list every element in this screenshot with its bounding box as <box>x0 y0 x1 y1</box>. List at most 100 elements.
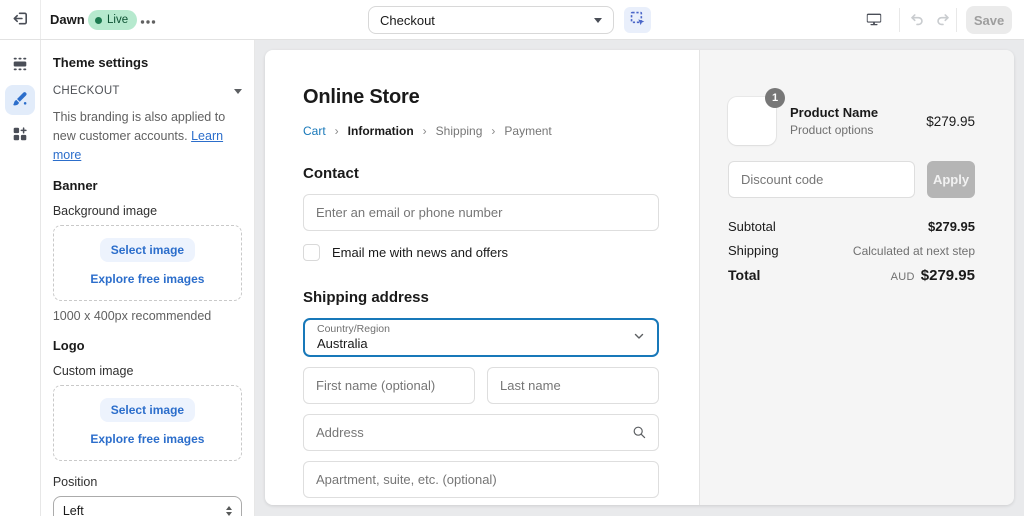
breadcrumb-shipping: Shipping <box>435 124 483 138</box>
redo-button[interactable] <box>931 8 955 32</box>
contact-heading: Contact <box>303 165 359 182</box>
topbar-divider <box>956 8 957 32</box>
shipping-row: Shipping Calculated at next step <box>728 243 975 258</box>
discount-code-field[interactable] <box>728 161 915 198</box>
product-name: Product Name <box>790 105 879 120</box>
save-button[interactable]: Save <box>966 6 1012 34</box>
banner-size-hint: 1000 x 400px recommended <box>52 309 212 324</box>
search-icon <box>631 424 647 443</box>
newsletter-label: Email me with news and offers <box>332 245 509 260</box>
banner-heading: Banner <box>52 178 98 194</box>
breadcrumb-separator-icon: › <box>334 124 339 138</box>
total-label: Total <box>728 267 761 283</box>
preview-canvas: Online Store Cart › Information › Shippi… <box>255 40 1024 516</box>
redo-icon <box>934 10 952 31</box>
background-image-label: Background image <box>52 204 158 219</box>
checkout-section-header[interactable]: CHECKOUT <box>53 85 242 97</box>
sections-icon <box>11 55 29 76</box>
shipping-address-heading: Shipping address <box>303 289 429 306</box>
editor-icon-rail <box>0 40 41 516</box>
first-name-field[interactable] <box>303 367 475 404</box>
theme-name: Dawn <box>50 12 85 27</box>
breadcrumb-separator-icon: › <box>422 124 427 138</box>
chevron-down-icon <box>234 88 242 94</box>
email-field[interactable] <box>303 194 659 231</box>
chevron-down-icon <box>633 330 645 345</box>
logo-explore-free-images-link[interactable]: Explore free images <box>90 432 204 446</box>
product-options: Product options <box>790 123 874 137</box>
store-name: Online Store <box>303 86 420 108</box>
apartment-field[interactable] <box>303 461 659 498</box>
custom-image-label: Custom image <box>52 364 134 379</box>
newsletter-option: Email me with news and offers <box>303 244 659 261</box>
country-region-text: Country/Region Australia <box>317 323 390 353</box>
last-name-field[interactable] <box>487 367 659 404</box>
theme-settings-panel: Theme settings CHECKOUT This branding is… <box>40 40 255 516</box>
cart-line-item: 1 Product Name Product options $279.95 <box>728 88 975 145</box>
checkout-section-label: CHECKOUT <box>52 85 120 97</box>
branding-description: This branding is also applied to new cus… <box>53 108 242 164</box>
section-inspector-toggle[interactable] <box>624 7 651 33</box>
page-selector-value: Checkout <box>380 12 435 28</box>
more-actions-button[interactable] <box>134 9 162 31</box>
breadcrumb: Cart › Information › Shipping › Payment <box>303 124 659 138</box>
breadcrumb-payment: Payment <box>504 124 552 138</box>
app-embeds-tab-button[interactable] <box>5 120 35 150</box>
main-area: Theme settings CHECKOUT This branding is… <box>0 40 1024 516</box>
country-region-label: Country/Region <box>317 322 390 335</box>
desktop-monitor-icon <box>865 10 883 31</box>
subtotal-row: Subtotal $279.95 <box>728 219 975 234</box>
apply-discount-button[interactable]: Apply <box>927 161 975 198</box>
position-select[interactable]: Left <box>52 496 242 516</box>
position-select-value: Left <box>62 503 84 516</box>
live-dot-icon <box>95 16 102 24</box>
address-field[interactable] <box>303 414 659 451</box>
live-status-badge: Live <box>88 10 138 30</box>
breadcrumb-cart-link[interactable]: Cart <box>303 124 326 138</box>
exit-icon <box>11 9 30 31</box>
quantity-badge: 1 <box>765 88 785 108</box>
total-value: $279.95 <box>920 267 975 284</box>
subtotal-value: $279.95 <box>928 219 975 234</box>
banner-select-image-button[interactable]: Select image <box>99 238 196 263</box>
panel-title: Theme settings <box>52 55 149 70</box>
sections-tab-button[interactable] <box>5 50 35 80</box>
logo-heading: Logo <box>52 338 85 354</box>
logo-select-image-button[interactable]: Select image <box>99 398 196 423</box>
paint-brush-icon <box>11 90 29 111</box>
theme-settings-tab-button[interactable] <box>4 85 35 115</box>
topbar-divider <box>899 8 900 32</box>
subtotal-label: Subtotal <box>728 219 776 234</box>
total-amount: AUD $279.95 <box>891 267 975 284</box>
page-selector-dropdown[interactable]: Checkout <box>368 6 614 34</box>
total-row: Total AUD $279.95 <box>728 267 975 284</box>
device-preview-button[interactable] <box>858 8 890 32</box>
app-embeds-icon <box>11 125 29 146</box>
country-region-value: Australia <box>317 335 368 351</box>
checkout-preview: Online Store Cart › Information › Shippi… <box>265 50 1014 505</box>
exit-editor-button[interactable] <box>0 0 41 39</box>
order-summary-section: 1 Product Name Product options $279.95 A… <box>699 50 1014 505</box>
product-info: Product Name Product options <box>790 105 878 137</box>
undo-button[interactable] <box>905 8 929 32</box>
shipping-label: Shipping <box>728 243 779 258</box>
background-image-upload-box: Select image Explore free images <box>52 225 242 302</box>
newsletter-checkbox[interactable] <box>303 244 320 261</box>
shipping-value: Calculated at next step <box>852 244 975 258</box>
chevron-down-icon <box>594 17 602 23</box>
country-region-select[interactable]: Country/Region Australia <box>303 318 659 357</box>
banner-explore-free-images-link[interactable]: Explore free images <box>90 272 204 286</box>
live-badge-label: Live <box>107 14 129 26</box>
undo-icon <box>908 10 926 31</box>
product-thumbnail: 1 <box>728 88 785 145</box>
currency-code: AUD <box>890 271 915 283</box>
order-totals: Subtotal $279.95 Shipping Calculated at … <box>728 219 975 284</box>
checkout-form-section: Online Store Cart › Information › Shippi… <box>265 50 699 505</box>
custom-image-upload-box: Select image Explore free images <box>52 385 242 462</box>
topbar: Dawn Live Checkout Save <box>0 0 1024 40</box>
select-arrows-icon <box>226 505 232 516</box>
product-price: $279.95 <box>926 113 975 129</box>
ellipsis-icon <box>140 13 156 28</box>
discount-code-row: Apply <box>728 161 975 198</box>
breadcrumb-separator-icon: › <box>491 124 496 138</box>
